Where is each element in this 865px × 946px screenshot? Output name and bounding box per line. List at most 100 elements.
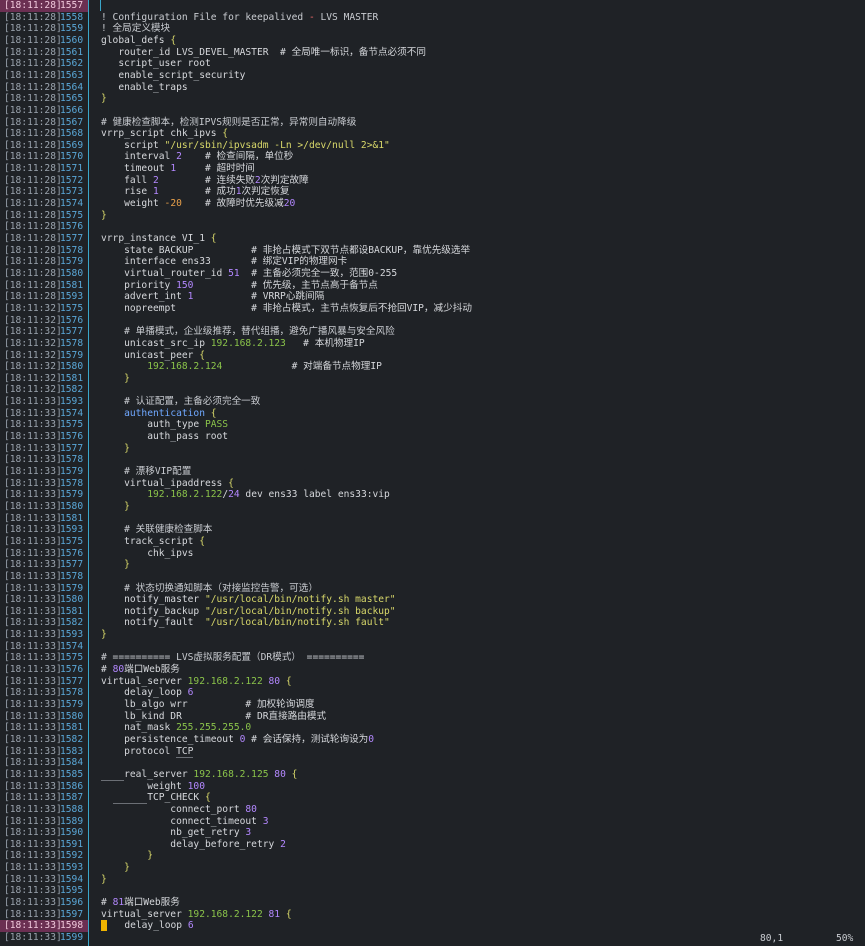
code-line[interactable]: [18:11:28] 1561 router_id LVS_DEVEL_MASTE… [0, 47, 865, 59]
code-line[interactable]: [18:11:28] 1577 vrrp_instance VI_1 { [0, 233, 865, 245]
code-line[interactable]: [18:11:32] 1576 [0, 315, 865, 327]
code-line[interactable]: [18:11:33] 1578 [0, 454, 865, 466]
code-text[interactable]: # 认证配置，主备必须完全一致 [101, 396, 260, 408]
code-line[interactable]: [18:11:28] 1571 timeout 1 # 超时时间 [0, 163, 865, 175]
code-text[interactable]: timeout 1 # 超时时间 [101, 163, 255, 175]
code-line[interactable]: [18:11:28] 1564 enable_traps [0, 82, 865, 94]
code-line[interactable]: [18:11:33] 1580 } [0, 501, 865, 513]
code-line[interactable]: [18:11:28] 1570 interval 2 # 检查间隔，单位秒 [0, 151, 865, 163]
code-line[interactable]: [18:11:33] 1578 [0, 571, 865, 583]
code-line[interactable]: [18:11:33] 1583 protocol TCP [0, 745, 865, 758]
code-text[interactable]: lb_kind DR # DR直接路由模式 [101, 711, 326, 723]
code-line[interactable]: [18:11:33] 1588 connect_port 80 [0, 804, 865, 816]
code-text[interactable]: } [101, 850, 153, 862]
code-line[interactable]: [18:11:33] 1581 nat_mask 255.255.255.0 [0, 722, 865, 734]
code-line[interactable]: [18:11:33] 1576 chk_ipvs [0, 548, 865, 560]
code-line[interactable]: [18:11:33] 1580 notify_master "/usr/local… [0, 594, 865, 606]
code-line[interactable]: [18:11:28] 1568 vrrp_script chk_ipvs { [0, 128, 865, 140]
code-text[interactable]: rise 1 # 成功1次判定恢复 [101, 186, 289, 198]
code-text[interactable]: weight 100 [101, 781, 205, 793]
code-line[interactable]: [18:11:33] 1595 [0, 885, 865, 897]
code-line[interactable]: [18:11:28] 1565} [0, 93, 865, 105]
code-line[interactable]: [18:11:28] 1593 advert_int 1 # VRRP心跳间隔 [0, 291, 865, 303]
code-line[interactable]: [18:11:33] 1593 } [0, 862, 865, 874]
code-line[interactable]: [18:11:32] 1579 unicast_peer { [0, 350, 865, 362]
code-line[interactable]: [18:11:32] 1575 nopreempt # 非抢占模式，主节点恢复后不… [0, 303, 865, 315]
code-text[interactable]: # 80端口Web服务 [101, 664, 180, 676]
code-line[interactable]: [18:11:33] 1599 [0, 932, 865, 944]
code-text[interactable]: vrrp_script chk_ipvs { [101, 128, 228, 140]
code-line[interactable]: [18:11:28] 1560 global_defs { [0, 35, 865, 47]
code-text[interactable]: } [101, 443, 130, 455]
code-text[interactable]: connect_port 80 [101, 804, 257, 816]
code-text[interactable]: chk_ipvs [101, 548, 193, 560]
code-line[interactable]: [18:11:33] 1593} [0, 629, 865, 641]
code-text[interactable]: notify_backup "/usr/local/bin/notify.sh … [101, 606, 395, 618]
code-text[interactable]: virtual_ipaddress { [101, 478, 234, 490]
code-text[interactable]: authentication { [101, 408, 216, 420]
code-text[interactable]: interval 2 # 检查间隔，单位秒 [101, 151, 293, 163]
code-text[interactable]: notify_master "/usr/local/bin/notify.sh … [101, 594, 395, 606]
code-line[interactable]: [18:11:33] 1596 # 81端口Web服务 [0, 897, 865, 909]
code-line[interactable]: [18:11:33] 1575 # ========== LVS虚拟服务配置（DR模… [0, 652, 865, 664]
code-text[interactable]: } [101, 629, 107, 641]
code-text[interactable]: # 健康检查脚本，检测IPVS规则是否正常，异常则自动降级 [101, 117, 356, 129]
code-line[interactable]: [18:11:33] 1581 [0, 513, 865, 525]
code-line[interactable]: [18:11:33] 1585 real_server 192.168.2.125… [0, 768, 865, 781]
code-text[interactable]: fall 2 # 连续失败2次判定故障 [101, 175, 309, 187]
code-text[interactable]: enable_script_security [101, 70, 245, 82]
code-text[interactable]: global_defs { [101, 35, 176, 47]
code-text[interactable]: # 漂移VIP配置 [101, 466, 191, 478]
code-line[interactable]: [18:11:33] 1578 delay_loop 6 [0, 687, 865, 699]
code-line[interactable]: [18:11:28] 1575} [0, 210, 865, 222]
code-text[interactable]: connect_timeout 3 [101, 816, 268, 828]
code-text[interactable]: protocol TCP [101, 745, 194, 758]
code-text[interactable]: auth_pass root [101, 431, 228, 443]
code-text[interactable]: ! Configuration File for keepalived - LV… [101, 12, 378, 24]
code-line[interactable]: [18:11:28] 1569 script "/usr/sbin/ipvsadm… [0, 140, 865, 152]
code-text[interactable]: # 关联健康检查脚本 [101, 524, 212, 536]
code-text[interactable]: nb_get_retry 3 [101, 827, 251, 839]
code-line[interactable]: [18:11:28] 1558 ! Configuration File for k… [0, 12, 865, 24]
code-text[interactable]: auth_type PASS [101, 419, 228, 431]
code-line[interactable]: [18:11:33] 1579 # 漂移VIP配置 [0, 466, 865, 478]
code-line[interactable]: [18:11:32] 1578 unicast_src_ip 192.168.2.… [0, 338, 865, 350]
code-line[interactable]: [18:11:28] 1559 ! 全局定义模块 [0, 23, 865, 35]
code-line[interactable]: [18:11:28] 1563 enable_script_security [0, 70, 865, 82]
code-line[interactable]: [18:11:33] 1582 notify_fault "/usr/local/… [0, 617, 865, 629]
code-line[interactable]: [18:11:33] 1587 TCP_CHECK { [0, 792, 865, 805]
code-text[interactable]: } [101, 501, 130, 513]
code-line[interactable]: [18:11:33] 1575 track_script { [0, 536, 865, 548]
code-line[interactable]: [18:11:33] 1593 # 关联健康检查脚本 [0, 524, 865, 536]
code-line[interactable]: [18:11:33] 1591 delay_before_retry 2 [0, 839, 865, 851]
code-text[interactable]: 192.168.2.122/24 dev ens33 label ens33:v… [101, 489, 390, 501]
code-text[interactable]: ! 全局定义模块 [101, 23, 170, 35]
code-text[interactable]: } [101, 559, 130, 571]
code-line[interactable]: [18:11:33] 1579 192.168.2.122/24 dev ens3… [0, 489, 865, 501]
code-line[interactable]: [18:11:28] 1566 [0, 105, 865, 117]
code-text[interactable]: } [101, 210, 107, 222]
code-line[interactable]: [18:11:33] 1597 virtual_server 192.168.2.1… [0, 909, 865, 921]
code-line[interactable]: [18:11:33] 1590 nb_get_retry 3 [0, 827, 865, 839]
code-line[interactable]: [18:11:33] 1576 # 80端口Web服务 [0, 664, 865, 676]
code-text[interactable]: } [101, 874, 107, 886]
code-line[interactable]: [18:11:33] 1574 authentication { [0, 408, 865, 420]
code-line[interactable]: [18:11:28] 1574 weight -20 # 故障时优先级减20 [0, 198, 865, 210]
code-line[interactable]: [18:11:33] 1592 } [0, 850, 865, 862]
code-text[interactable]: router_id LVS_DEVEL_MASTER # 全局唯一标识，备节点必… [101, 47, 426, 59]
code-text[interactable]: # 状态切换通知脚本（对接监控告警，可选） [101, 583, 318, 595]
code-line[interactable]: [18:11:28] 1557 [0, 0, 865, 12]
code-line[interactable]: [18:11:28] 1578 state BACKUP # 非抢占模式下双节点都… [0, 245, 865, 257]
code-line[interactable]: [18:11:28] 1576 [0, 221, 865, 233]
code-text[interactable]: vrrp_instance VI_1 { [101, 233, 217, 245]
code-text[interactable]: TCP_CHECK { [101, 792, 211, 805]
code-line[interactable]: [18:11:28] 1580 virtual_router_id 51 # 主备… [0, 268, 865, 280]
code-line[interactable]: [18:11:28] 1573 rise 1 # 成功1次判定恢复 [0, 186, 865, 198]
code-text[interactable]: # 单播模式，企业级推荐，替代组播，避免广播风暴与安全风险 [101, 326, 395, 338]
code-line[interactable]: [18:11:33] 1576 auth_pass root [0, 431, 865, 443]
code-text[interactable]: delay_before_retry 2 [101, 839, 286, 851]
code-text[interactable]: delay_loop 6 [101, 687, 193, 699]
code-line[interactable]: [18:11:33] 1598 delay_loop 6 [0, 920, 865, 932]
code-line[interactable]: [18:11:33] 1594} [0, 874, 865, 886]
code-text[interactable]: lb_algo wrr # 加权轮询调度 [101, 699, 314, 711]
